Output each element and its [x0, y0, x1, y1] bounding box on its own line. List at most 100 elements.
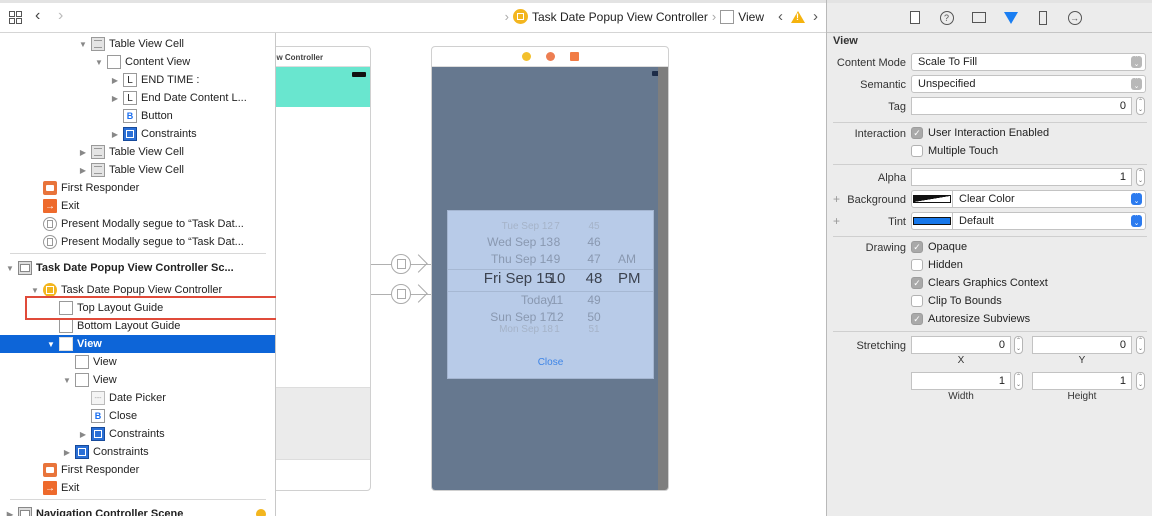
picker-date-item[interactable]: Fri Sep 15: [484, 270, 553, 287]
tab-connections-inspector[interactable]: →: [1067, 10, 1082, 25]
outline-item[interactable]: Present Modally segue to “Task Dat...: [0, 233, 275, 251]
stretching-x-stepper[interactable]: ⌃ ⌄: [1014, 336, 1023, 354]
picker-date-item[interactable]: Sun Sep 17: [490, 310, 553, 324]
outline-item[interactable]: ▼ View: [0, 371, 275, 389]
picker-date-item[interactable]: Wed Sep 13: [487, 235, 553, 249]
outline-item[interactable]: ▼ Content View: [0, 53, 275, 71]
outline-item[interactable]: ▶ Constraints: [0, 425, 275, 443]
tab-file-inspector[interactable]: [908, 11, 922, 25]
disclosure-closed-icon[interactable]: ▶: [78, 166, 88, 175]
outline-item[interactable]: ▼ Task Date Popup View Controller: [0, 281, 275, 299]
add-variation-icon[interactable]: +: [833, 192, 840, 206]
stretching-width-field[interactable]: 1: [911, 372, 1011, 390]
next-issue-button[interactable]: ›: [813, 8, 818, 25]
outline-item[interactable]: View: [0, 353, 275, 371]
outline-item[interactable]: Exit: [0, 197, 275, 215]
segue-icon[interactable]: [391, 254, 411, 274]
picker-minute-item[interactable]: 49: [585, 293, 603, 307]
back-button[interactable]: ‹: [35, 7, 40, 25]
outline-item[interactable]: First Responder: [0, 179, 275, 197]
previous-issue-button[interactable]: ‹: [778, 8, 783, 25]
color-well[interactable]: [912, 213, 953, 229]
outline-item[interactable]: ▼ Table View Cell: [0, 35, 275, 53]
outline-item[interactable]: Present Modally segue to “Task Dat...: [0, 215, 275, 233]
picker-hour-item[interactable]: 8: [548, 235, 566, 249]
picker-minute-item[interactable]: 45: [585, 221, 603, 232]
picker-hour-item[interactable]: 1: [548, 324, 566, 335]
view-controller-icon[interactable]: [521, 52, 531, 61]
segue-icon[interactable]: [391, 284, 411, 304]
picker-minute-item[interactable]: 47: [585, 252, 603, 266]
outline-item[interactable]: ▶ Table View Cell: [0, 143, 275, 161]
hidden-checkbox[interactable]: Hidden: [911, 259, 963, 271]
stretching-y-stepper[interactable]: ⌃ ⌄: [1136, 336, 1145, 354]
disclosure-closed-icon[interactable]: ▶: [110, 130, 120, 139]
first-responder-icon[interactable]: [545, 52, 555, 61]
picker-minute-item[interactable]: 46: [585, 235, 603, 249]
warning-icon[interactable]: [791, 10, 805, 23]
picker-date-item[interactable]: Mon Sep 18: [499, 324, 553, 335]
outline-item[interactable]: First Responder: [0, 461, 275, 479]
outline-item[interactable]: ▶ Table View Cell: [0, 161, 275, 179]
clears-graphics-context-checkbox[interactable]: ✓ Clears Graphics Context: [911, 277, 1048, 289]
disclosure-open-icon[interactable]: ▼: [5, 264, 15, 273]
disclosure-open-icon[interactable]: ▼: [62, 376, 72, 385]
tag-field[interactable]: 0: [911, 97, 1132, 115]
close-button[interactable]: Close: [448, 357, 653, 368]
tab-attributes-inspector[interactable]: [1003, 11, 1018, 25]
outline-item[interactable]: Exit: [0, 479, 275, 497]
stretching-width-stepper[interactable]: ⌃ ⌄: [1014, 372, 1023, 390]
outline-item[interactable]: ▶ L End Date Content L...: [0, 89, 275, 107]
disclosure-open-icon[interactable]: ▼: [46, 340, 56, 349]
alpha-field[interactable]: 1: [911, 168, 1132, 186]
clip-to-bounds-checkbox[interactable]: Clip To Bounds: [911, 295, 1002, 307]
color-well[interactable]: [912, 191, 953, 207]
picker-ampm-item[interactable]: AM: [618, 252, 636, 266]
forward-button[interactable]: ›: [58, 7, 63, 25]
semantic-select[interactable]: Unspecified ⌃ ⌄: [911, 75, 1146, 93]
outline-item[interactable]: ▶ Navigation Controller Scene: [0, 505, 275, 516]
user-interaction-enabled-checkbox[interactable]: ✓ User Interaction Enabled: [911, 127, 1049, 139]
picker-hour-item[interactable]: 10: [548, 270, 566, 287]
disclosure-closed-icon[interactable]: ▶: [110, 76, 120, 85]
picker-date-item[interactable]: Thu Sep 14: [491, 252, 553, 266]
stretching-height-stepper[interactable]: ⌃ ⌄: [1136, 372, 1145, 390]
exit-icon[interactable]: [569, 52, 579, 61]
table-scene[interactable]: ew Controller ew ent: [276, 46, 371, 491]
disclosure-closed-icon[interactable]: ▶: [62, 448, 72, 457]
outline-item[interactable]: ▶ Constraints: [0, 443, 275, 461]
tab-quick-help[interactable]: ?: [939, 10, 954, 25]
disclosure-closed-icon[interactable]: ▶: [78, 430, 88, 439]
outline-item[interactable]: ▶ L END TIME :: [0, 71, 275, 89]
tint-color-select[interactable]: Default ⌃ ⌄: [911, 212, 1146, 230]
outline-item[interactable]: ▼ View: [0, 335, 275, 353]
outline-item[interactable]: ▼ Task Date Popup View Controller Sc...: [0, 259, 275, 277]
multiple-touch-checkbox[interactable]: Multiple Touch: [911, 145, 998, 157]
outline-item[interactable]: Top Layout Guide: [0, 299, 275, 317]
disclosure-open-icon[interactable]: ▼: [78, 40, 88, 49]
disclosure-closed-icon[interactable]: ▶: [110, 94, 120, 103]
related-items-icon[interactable]: [9, 11, 22, 24]
content-mode-select[interactable]: Scale To Fill ⌃ ⌄: [911, 53, 1146, 71]
stretching-height-field[interactable]: 1: [1032, 372, 1132, 390]
background-color-select[interactable]: Clear Color ⌃ ⌄: [911, 190, 1146, 208]
outline-item[interactable]: --- Date Picker: [0, 389, 275, 407]
autoresize-subviews-checkbox[interactable]: ✓ Autoresize Subviews: [911, 313, 1030, 325]
tab-identity-inspector[interactable]: [971, 11, 986, 25]
picker-hour-item[interactable]: 12: [548, 310, 566, 324]
tab-size-inspector[interactable]: [1036, 10, 1050, 25]
outline-item[interactable]: Bottom Layout Guide: [0, 317, 275, 335]
breadcrumb-item-view-controller[interactable]: Task Date Popup View Controller: [532, 10, 708, 24]
disclosure-closed-icon[interactable]: ▶: [5, 510, 15, 516]
task-date-popup-scene[interactable]: Close Tue Sep 12 Wed Sep 13 Thu Sep 14 Fri …: [431, 46, 669, 491]
root-view[interactable]: Close Tue Sep 12 Wed Sep 13 Thu Sep 14 Fri …: [432, 67, 666, 490]
picker-hour-item[interactable]: 7: [548, 221, 566, 232]
outline-item[interactable]: B Close: [0, 407, 275, 425]
picker-minute-item[interactable]: 48: [585, 270, 603, 287]
outline-item[interactable]: ▶ Constraints: [0, 125, 275, 143]
breadcrumb-item-view[interactable]: View: [738, 10, 764, 24]
scene-header-view[interactable]: [276, 67, 370, 107]
disclosure-open-icon[interactable]: ▼: [94, 58, 104, 67]
placeholder-view[interactable]: ew ent: [276, 387, 370, 460]
disclosure-closed-icon[interactable]: ▶: [78, 148, 88, 157]
